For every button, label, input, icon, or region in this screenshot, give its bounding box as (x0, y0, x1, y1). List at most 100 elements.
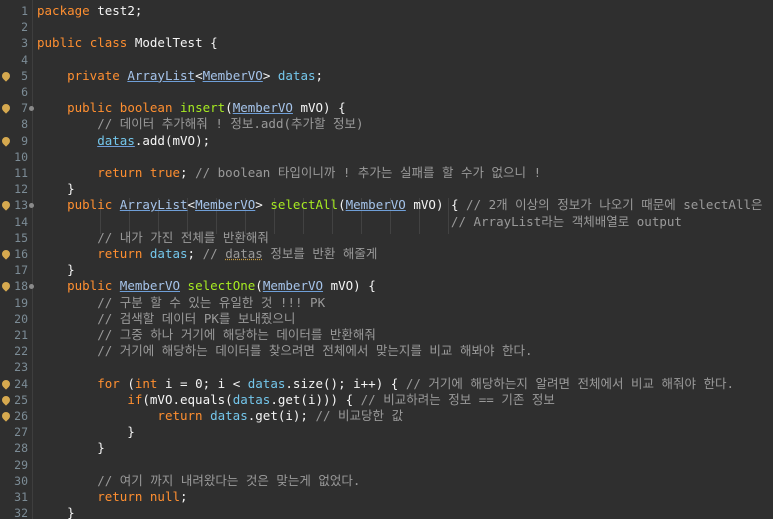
code-token: package (37, 3, 90, 18)
code-token: ; (180, 165, 196, 180)
code-token: MemberVO (195, 197, 256, 213)
code-token: // 2개 이상의 정보가 나오기 때문에 selectAll은 (466, 197, 763, 213)
code-token: // 검색할 데이터 PK를 보내줬으니 (37, 310, 296, 326)
code-token: MemberVO (345, 197, 406, 213)
code-token: return (97, 246, 143, 261)
code-token: mVO (413, 197, 436, 213)
code-token: ArrayList (127, 67, 196, 83)
code-token: // boolean 타입이니까 ! 추가는 실패를 할 수가 없으니 ! (195, 165, 542, 180)
code-token: for (97, 375, 120, 391)
code-token: MemberVO (262, 278, 324, 294)
code-token: // 거기에 해당하는지 알려면 전체에서 비교 해줘야 한다. (405, 375, 735, 391)
code-token: .add(mVO); (134, 132, 211, 148)
code-token: ( (255, 278, 263, 294)
code-token: ( (225, 100, 233, 116)
code-token: selectOne (187, 278, 256, 294)
code-token: int (134, 375, 158, 391)
code-token: { (202, 35, 218, 51)
code-token: ; (315, 67, 324, 83)
code-token: > (262, 67, 278, 83)
code-token: public (67, 100, 113, 116)
code-token: insert (180, 100, 226, 116)
code-token: } (37, 440, 105, 456)
code-token: (mVO.equals( (142, 391, 233, 407)
code-editor[interactable]: 1 package test2; 2 3 public class ModelTest … (0, 0, 773, 519)
code-token: } (37, 505, 75, 519)
code-token: // ArrayList라는 객체배열로 output (450, 213, 682, 229)
code-token: < (195, 67, 203, 83)
code-token: // 구분 할 수 있는 유일한 것 !!! PK (37, 294, 326, 310)
fold-toggle-icon[interactable] (29, 284, 34, 290)
code-token: class (89, 35, 128, 51)
code-token: // 거기에 해당하는 데이터를 찾으려면 전체에서 맞는지를 비교 해봐야 한… (37, 343, 533, 359)
code-token: // 내가 가진 전체를 반환해줘 (37, 229, 269, 245)
fold-toggle-icon[interactable] (29, 106, 34, 112)
code-token: selectAll (270, 197, 339, 213)
code-token: // 그중 하나 거기에 해당하는 데이터를 반환해줘 (37, 327, 376, 342)
code-token: mVO (330, 278, 354, 294)
code-token: datas (149, 246, 188, 261)
code-token: .get(i); (247, 408, 316, 423)
code-token: datas (232, 391, 271, 407)
code-token: MemberVO (119, 278, 181, 294)
code-token: datas (247, 375, 286, 391)
code-token: ArrayList (119, 197, 188, 213)
code-token: } (37, 181, 75, 197)
code-token: // 비교당한 값 (315, 408, 404, 423)
code-token: } (37, 424, 135, 440)
code-token: // 데이터 추가해줘 ! 정보.add(추가할 정보) (37, 116, 364, 132)
code-token: datas (97, 132, 135, 148)
code-token: return (157, 408, 203, 423)
code-line[interactable]: 32 } (0, 504, 773, 519)
code-token: .get(i))) { (270, 391, 361, 407)
code-token: ) { (435, 197, 467, 213)
code-token: < (187, 197, 196, 213)
code-token: null (149, 489, 181, 504)
code-token: public (67, 278, 113, 294)
code-token: // (202, 246, 226, 261)
code-token: ModelTest (134, 35, 203, 51)
code-token: mVO (300, 100, 324, 116)
code-token: datas (277, 67, 316, 83)
code-text: } (37, 504, 75, 519)
code-token: > (255, 197, 271, 213)
code-token: datas (210, 408, 248, 423)
code-token: ; (187, 246, 203, 261)
code-token: .size(); i++) { (285, 375, 406, 391)
code-token: 정보를 반환 해줄게 (262, 246, 378, 261)
code-token: } (37, 262, 75, 278)
code-token: if (127, 391, 143, 407)
code-token: MemberVO (202, 67, 263, 83)
code-token: test2; (89, 3, 143, 18)
fold-toggle-icon[interactable] (29, 203, 34, 209)
code-token: private (67, 67, 120, 83)
code-token: public (37, 35, 83, 51)
code-token: return (97, 489, 143, 504)
code-token: ; (180, 489, 188, 504)
code-token: i = 0; i < (157, 375, 248, 391)
code-token: true (149, 165, 181, 180)
code-token: public (67, 197, 113, 213)
code-token: return (97, 165, 143, 180)
code-token: datas (225, 246, 263, 261)
code-token: ) { (353, 278, 376, 294)
code-token: ) { (323, 100, 346, 116)
